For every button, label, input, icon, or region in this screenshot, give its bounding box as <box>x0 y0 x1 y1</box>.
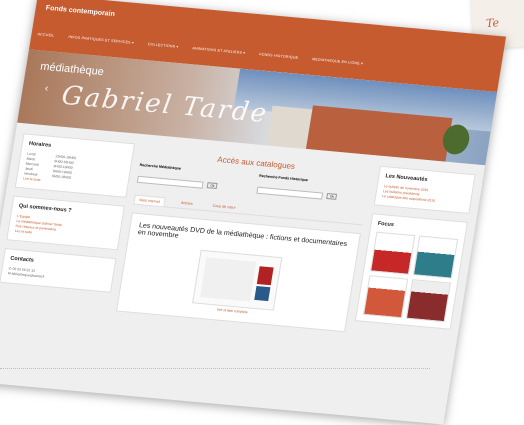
search-fonds-input[interactable] <box>256 186 324 200</box>
nav-infos-pratiques[interactable]: INFOS PRATIQUES ET SERVICES ▾ <box>68 35 134 45</box>
thumbnail-dvd-cover <box>256 266 274 286</box>
banner-brand-line1: médiathèque <box>39 60 105 79</box>
search-mediatheque-input[interactable] <box>136 175 204 189</box>
search-fonds: Recherche Fonds Historique Ok <box>256 174 369 206</box>
book-cover[interactable] <box>405 279 452 323</box>
book-cover[interactable] <box>362 275 409 319</box>
search-mediatheque: Recherche Médiathèque Ok <box>136 163 249 195</box>
search-mediatheque-ok-button[interactable]: Ok <box>207 182 218 190</box>
dotted-divider <box>0 368 430 369</box>
banner-prev-arrow-icon[interactable]: ‹ <box>44 83 49 94</box>
article-card: Les nouveautés DVD de la médiathèque : f… <box>115 212 362 333</box>
nav-animations[interactable]: ANIMATIONS ET ATELIERS ▾ <box>192 46 246 55</box>
qui-box: Qui sommes-nous ? L'Equipe La médiathèqu… <box>6 195 125 251</box>
thumbnail-document <box>200 257 257 302</box>
nouveautes-box: Les Nouveautés Le bulletin de novembre 2… <box>373 165 476 214</box>
site-title[interactable]: Fonds contemporain <box>45 5 115 18</box>
tab-sites-internet[interactable]: Sites internet <box>133 194 166 207</box>
main-content: Accès aux catalogues Recherche Médiathèq… <box>115 144 372 333</box>
thumbnail-dvd-cover <box>254 286 271 302</box>
book-cover[interactable] <box>370 231 416 275</box>
nav-collections[interactable]: COLLECTIONS ▾ <box>147 42 178 49</box>
tab-coup-de-coeur[interactable]: Coup de cœur <box>208 201 240 213</box>
nav-mediatheque-en-ligne[interactable]: MEDIATHEQUE EN LIGNE ▾ <box>312 57 364 66</box>
left-sidebar: Horaires Lundi 13H00-18H00 Mardi 9H00-18H0… <box>0 133 136 310</box>
website-screenshot: Fonds contemporain ACCUEIL INFOS PRATIQU… <box>0 0 507 425</box>
tab-articles[interactable]: Articles <box>176 199 197 210</box>
corner-text: Te <box>485 16 500 31</box>
right-sidebar: Les Nouveautés Le bulletin de novembre 2… <box>353 165 476 342</box>
book-cover[interactable] <box>412 235 459 279</box>
article-thumbnail[interactable] <box>192 249 283 311</box>
contacts-box: Contacts ✆ 05 53 59 91 32 ✉ bibliotheque… <box>0 248 117 293</box>
focus-grid <box>362 231 459 323</box>
horaires-box: Horaires Lundi 13H00-18H00 Mardi 9H00-18H0… <box>14 133 136 198</box>
focus-box: Focus <box>354 213 468 330</box>
search-fonds-ok-button[interactable]: Ok <box>326 193 338 200</box>
nav-accueil[interactable]: ACCUEIL <box>37 32 55 37</box>
article-title[interactable]: Les nouveautés DVD de la médiathèque : f… <box>137 222 350 255</box>
nav-fonds-historique[interactable]: FONDS HISTORIQUE <box>259 52 299 59</box>
